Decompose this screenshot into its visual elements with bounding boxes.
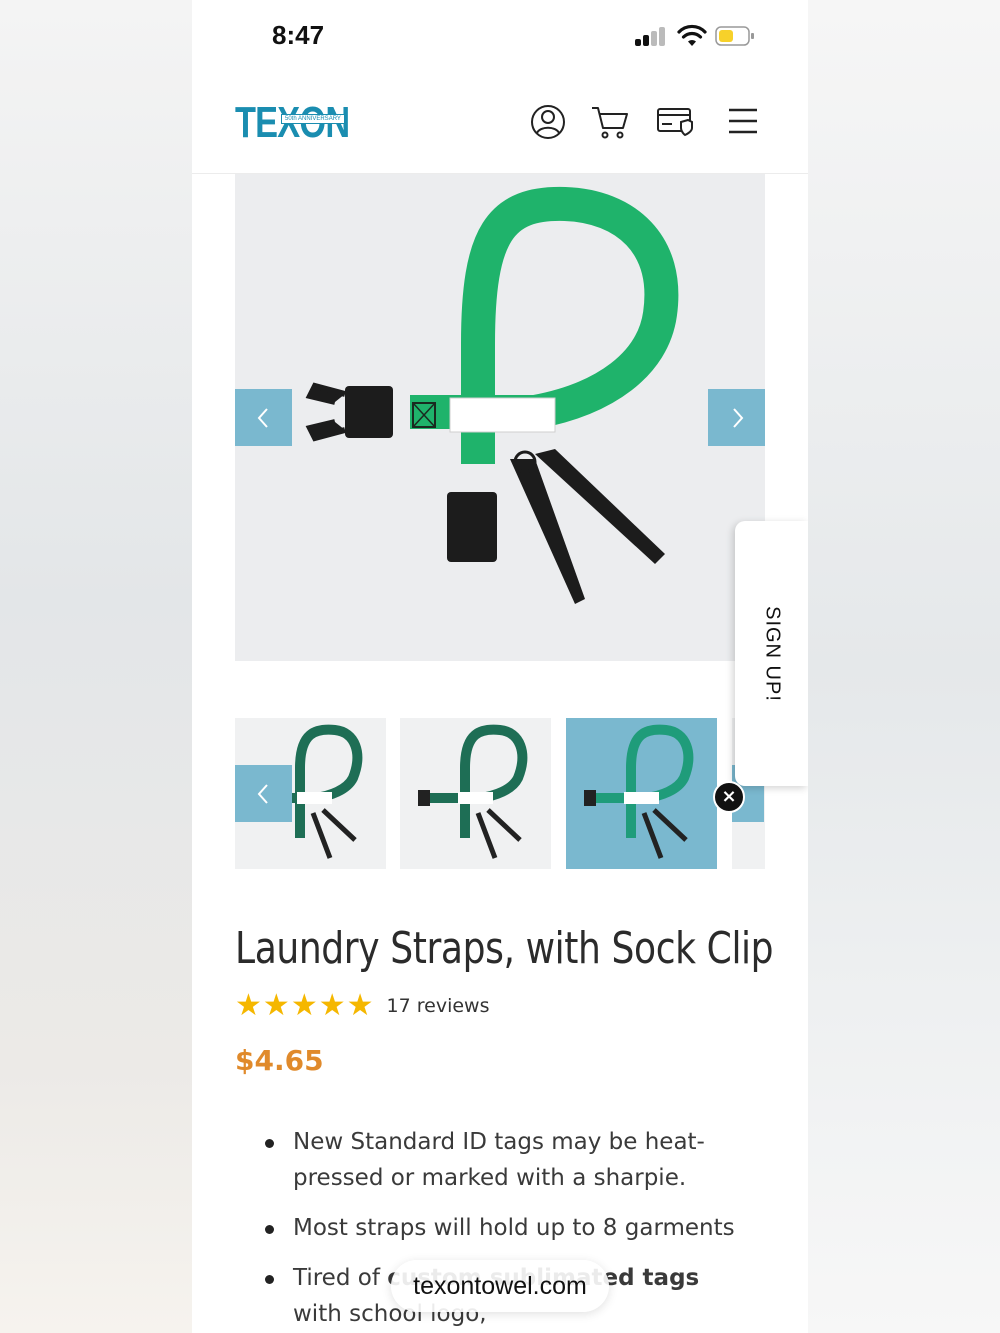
thumbnail-prev-button[interactable] xyxy=(235,765,292,822)
star-icon: ★ xyxy=(290,988,318,1023)
feature-item: Most straps will hold up to 8 garments xyxy=(262,1210,742,1246)
star-icon: ★ xyxy=(235,988,262,1023)
thumbnail-2[interactable] xyxy=(400,718,551,869)
signup-label: SIGN UP! xyxy=(761,605,783,702)
prev-image-button[interactable] xyxy=(235,389,292,446)
payment-card-icon[interactable] xyxy=(655,102,695,142)
thumbnail-3-active[interactable] xyxy=(566,718,717,869)
thumbnail-1[interactable] xyxy=(235,718,386,869)
product-main-image[interactable] xyxy=(235,174,765,661)
background-right xyxy=(808,0,1000,1333)
battery-icon xyxy=(715,26,754,46)
status-bar: 8:47 xyxy=(192,0,808,70)
background-left xyxy=(0,0,192,1333)
laundry-strap-image xyxy=(305,186,679,604)
chevron-right-icon xyxy=(732,407,743,428)
feature-text: Most straps will hold up to 8 garments xyxy=(293,1215,735,1241)
account-icon[interactable] xyxy=(528,102,568,142)
cart-icon[interactable] xyxy=(590,102,630,142)
chevron-left-icon xyxy=(257,407,268,428)
close-signup-icon[interactable]: × xyxy=(713,781,745,813)
thumbnail-strip xyxy=(235,718,765,869)
wifi-icon xyxy=(677,24,707,46)
thumbnail-strap-image xyxy=(584,724,694,859)
signal-icon xyxy=(635,26,669,46)
status-time: 8:47 xyxy=(272,20,325,50)
chevron-left-icon xyxy=(257,783,268,804)
feature-item: New Standard ID tags may be heat-pressed… xyxy=(262,1124,742,1196)
star-icon: ★ xyxy=(262,988,290,1023)
signup-tab[interactable]: SIGN UP! xyxy=(735,521,808,786)
site-header: TEXON 50th ANNIVERSARY xyxy=(192,70,808,174)
star-icon: ★ xyxy=(318,988,346,1023)
next-image-button[interactable] xyxy=(708,389,765,446)
menu-icon[interactable] xyxy=(723,102,763,142)
reviews-count[interactable]: 17 reviews xyxy=(387,995,490,1017)
product-rating[interactable]: ★★★★★ 17 reviews xyxy=(235,990,489,1022)
texon-logo[interactable]: TEXON 50th ANNIVERSARY xyxy=(235,98,382,147)
browser-url-bar[interactable]: texontowel.com xyxy=(391,1260,609,1312)
phone-screen: 8:47 TEXON 50th ANNIVERSARY xyxy=(192,0,808,1333)
url-text: texontowel.com xyxy=(413,1271,587,1300)
feature-text: Tired of xyxy=(293,1265,388,1291)
thumbnail-strap-image xyxy=(418,724,528,859)
product-title: Laundry Straps, with Sock Clip xyxy=(235,923,774,974)
feature-text: New Standard ID tags may be heat-pressed… xyxy=(293,1129,705,1191)
logo-anniversary-badge: 50th ANNIVERSARY xyxy=(281,114,345,124)
product-price: $4.65 xyxy=(235,1044,324,1077)
star-rating: ★★★★★ xyxy=(235,991,375,1021)
star-icon: ★ xyxy=(346,988,374,1023)
